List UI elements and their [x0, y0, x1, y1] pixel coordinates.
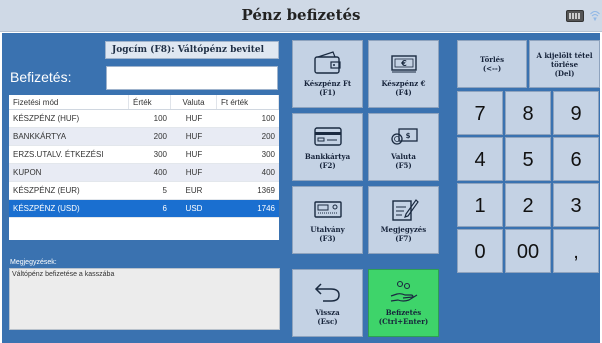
key-5[interactable]: 5: [505, 137, 551, 181]
svg-text:$: $: [405, 132, 410, 140]
finish-label: Befizetés: [385, 308, 422, 317]
currency-shortcut: (F5): [395, 161, 412, 170]
key-8[interactable]: 8: [505, 91, 551, 135]
table-header: Fizetési mód Érték Valuta Ft érték: [9, 95, 279, 110]
payment-table: Fizetési mód Érték Valuta Ft érték KÉSZP…: [9, 95, 279, 240]
col-header-currency: Valuta: [171, 95, 217, 109]
table-row[interactable]: KÉSZPÉNZ (EUR) 5 EUR 1369: [9, 182, 279, 200]
cell-value: 6: [162, 204, 167, 213]
currency-button[interactable]: $ Valuta (F5): [368, 113, 439, 181]
cash-ft-label: Készpénz Ft: [303, 79, 352, 88]
cell-value: 300: [153, 150, 167, 159]
window-title: Pénz befizetés: [241, 6, 361, 24]
cash-eur-label: Készpénz €: [381, 79, 426, 88]
cell-method: KÉSZPÉNZ (HUF): [13, 114, 80, 123]
voucher-shortcut: (F3): [319, 234, 336, 243]
cell-currency: EUR: [185, 186, 203, 195]
befizetes-input[interactable]: [106, 66, 278, 90]
card-shortcut: (F2): [319, 161, 336, 170]
cell-value: 5: [162, 186, 167, 195]
title-bar: Pénz befizetés: [0, 0, 602, 32]
cell-method: KUPON: [13, 168, 42, 177]
note-edit-icon: [391, 199, 419, 221]
key-0[interactable]: 0: [457, 229, 503, 273]
currency-exchange-icon: $: [390, 128, 418, 145]
key-1[interactable]: 1: [457, 183, 503, 227]
payment-panel: Jogcím (F8): Váltópénz bevitel Befizetés…: [2, 33, 600, 343]
cell-value: 100: [153, 114, 167, 123]
delete-selected-button[interactable]: A kijelölt tétel törlése (Del): [529, 40, 600, 88]
card-button[interactable]: Bankkártya (F2): [292, 113, 363, 181]
cash-ft-shortcut: (F1): [319, 88, 336, 97]
cell-currency: HUF: [185, 132, 203, 141]
cell-value: 200: [153, 132, 167, 141]
finish-shortcut: (Ctrl+Enter): [378, 317, 429, 326]
col-header-ft-value: Ft érték: [217, 95, 279, 109]
hand-coins-icon: [390, 280, 417, 302]
finish-button[interactable]: Befizetés (Ctrl+Enter): [368, 269, 439, 337]
cell-ft-value: 200: [261, 132, 275, 141]
cell-method: KÉSZPÉNZ (USD): [13, 204, 80, 213]
credit-card-icon: [313, 127, 342, 146]
cell-method: KÉSZPÉNZ (EUR): [13, 186, 80, 195]
back-arrow-icon: [314, 283, 340, 302]
delete-label: Törlés: [479, 55, 505, 64]
col-header-method: Fizetési mód: [9, 95, 129, 109]
delete-button[interactable]: Törlés (<--): [457, 40, 527, 88]
currency-label: Valuta: [391, 152, 416, 161]
keyboard-icon[interactable]: [566, 10, 584, 22]
cash-ft-button[interactable]: Készpénz Ft (F1): [292, 40, 363, 108]
key-6[interactable]: 6: [553, 137, 599, 181]
delete-selected-line2: törlése: [550, 59, 579, 69]
cell-value: 400: [153, 168, 167, 177]
key-00[interactable]: 00: [505, 229, 551, 273]
key-7[interactable]: 7: [457, 91, 503, 135]
notes-textarea[interactable]: Váltópénz befizetése a kasszába: [9, 268, 280, 330]
wallet-icon: [313, 51, 341, 74]
delete-shortcut: (<--): [482, 64, 502, 73]
table-row[interactable]: BANKKÁRTYA 200 HUF 200: [9, 128, 279, 146]
cell-currency: HUF: [185, 114, 203, 123]
notes-label: Megjegyzések:: [10, 259, 57, 266]
table-row-selected[interactable]: KÉSZPÉNZ (USD) 6 USD 1746: [9, 200, 279, 218]
card-label: Bankkártya: [304, 152, 351, 161]
befizetes-label: Befizetés:: [10, 69, 72, 85]
key-comma[interactable]: ,: [553, 229, 599, 273]
note-shortcut: (F7): [395, 234, 412, 243]
delete-selected-line1: A kijelölt tétel: [536, 50, 593, 60]
cell-ft-value: 400: [261, 168, 275, 177]
key-9[interactable]: 9: [553, 91, 599, 135]
cash-eur-shortcut: (F4): [395, 88, 412, 97]
voucher-button[interactable]: Utalvány (F3): [292, 186, 363, 254]
note-button[interactable]: Megjegyzés (F7): [368, 186, 439, 254]
col-header-value: Érték: [129, 95, 171, 109]
cell-currency: USD: [185, 204, 203, 213]
key-2[interactable]: 2: [505, 183, 551, 227]
cell-currency: HUF: [185, 150, 203, 159]
delete-selected-shortcut: (Del): [554, 68, 575, 78]
svg-text:€: €: [400, 59, 407, 68]
key-4[interactable]: 4: [457, 137, 503, 181]
cell-currency: HUF: [185, 168, 203, 177]
cell-ft-value: 1369: [257, 186, 275, 195]
cell-ft-value: 1746: [257, 204, 275, 213]
back-shortcut: (Esc): [317, 317, 338, 326]
cell-method: BANKKÁRTYA: [13, 132, 67, 141]
note-label: Megjegyzés: [380, 225, 427, 234]
table-row[interactable]: KÉSZPÉNZ (HUF) 100 HUF 100: [9, 110, 279, 128]
voucher-icon: [313, 201, 342, 218]
euro-bill-icon: €: [390, 55, 417, 73]
back-button[interactable]: Vissza (Esc): [292, 269, 363, 337]
wifi-icon: [590, 9, 600, 22]
table-row[interactable]: KUPON 400 HUF 400: [9, 164, 279, 182]
cell-ft-value: 300: [261, 150, 275, 159]
key-3[interactable]: 3: [553, 183, 599, 227]
cell-method: ERZS.UTALV. ÉTKEZÉSI: [13, 150, 104, 159]
jogcim-field[interactable]: Jogcím (F8): Váltópénz bevitel: [105, 41, 279, 59]
table-row[interactable]: ERZS.UTALV. ÉTKEZÉSI 300 HUF 300: [9, 146, 279, 164]
cash-eur-button[interactable]: € Készpénz € (F4): [368, 40, 439, 108]
voucher-label: Utalvány: [310, 225, 345, 234]
cell-ft-value: 100: [261, 114, 275, 123]
back-label: Vissza: [315, 308, 340, 317]
